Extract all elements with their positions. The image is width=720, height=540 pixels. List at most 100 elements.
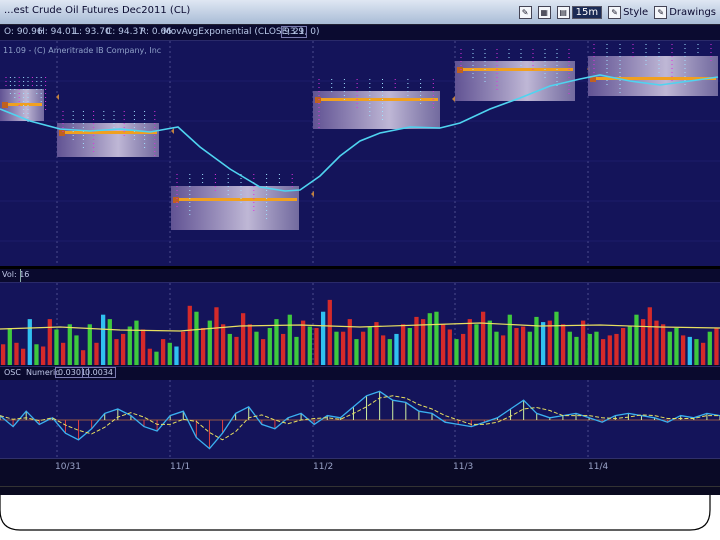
profile-arrow bbox=[311, 191, 314, 197]
volume-bar bbox=[341, 331, 346, 365]
volume-bar bbox=[541, 322, 546, 365]
profile-poc-line bbox=[315, 98, 438, 101]
volume-bar bbox=[261, 339, 266, 365]
volume-bar bbox=[574, 336, 579, 365]
volume-bar bbox=[447, 329, 452, 365]
volume-bar bbox=[207, 320, 212, 365]
volume-bar bbox=[687, 336, 692, 365]
volume-bar bbox=[61, 342, 66, 365]
volume-bar bbox=[627, 326, 632, 365]
volume-bar bbox=[494, 331, 499, 365]
volume-bar bbox=[127, 326, 132, 365]
trading-chart-window: ...est Crude Oil Futures Dec2011 (CL) ✎ … bbox=[0, 0, 720, 495]
volume-bar bbox=[161, 339, 166, 365]
volume-bar bbox=[707, 331, 712, 365]
drawings-label: Drawings bbox=[669, 6, 716, 18]
volume-bar bbox=[507, 314, 512, 365]
volume-bar bbox=[394, 333, 399, 365]
volume-bar bbox=[301, 320, 306, 365]
profile-open-marker bbox=[2, 102, 8, 108]
osc-value-2: 0.0034 bbox=[82, 367, 116, 378]
profile-arrow bbox=[56, 94, 59, 100]
timeframe-button[interactable]: ▤ 15m bbox=[555, 4, 604, 20]
divider bbox=[20, 269, 21, 282]
volume-bar bbox=[367, 326, 372, 365]
price-chart bbox=[0, 41, 720, 266]
volume-bar bbox=[34, 344, 39, 365]
volume-profile-box bbox=[171, 186, 299, 230]
volume-panel[interactable] bbox=[0, 283, 720, 365]
volume-profile-box bbox=[57, 123, 159, 157]
volume-bar bbox=[581, 320, 586, 365]
timeframe-icon: ▤ bbox=[556, 5, 570, 19]
volume-bar bbox=[694, 339, 699, 365]
volume-bar bbox=[1, 344, 6, 365]
volume-bar bbox=[14, 342, 19, 365]
profile-arrow bbox=[452, 96, 455, 102]
volume-bar bbox=[314, 328, 319, 365]
profile-open-marker bbox=[173, 197, 179, 203]
volume-bar bbox=[214, 307, 219, 365]
profile-poc-line bbox=[457, 68, 573, 71]
profile-open-marker bbox=[315, 97, 321, 103]
volume-bar bbox=[294, 336, 299, 365]
volume-bar bbox=[354, 339, 359, 365]
ohlc-readout: O: 90.96 H: 94.01 L: 93.70 C: 94.37 R: 0… bbox=[0, 25, 720, 41]
volume-bar bbox=[461, 333, 466, 365]
oscillator-panel[interactable] bbox=[0, 380, 720, 458]
volume-bar bbox=[501, 335, 506, 365]
close-value: C: 94.37 bbox=[106, 27, 144, 37]
volume-profile-box bbox=[313, 91, 440, 129]
volume-bar bbox=[94, 342, 99, 365]
volume-bar bbox=[27, 319, 32, 365]
volume-bar bbox=[681, 335, 686, 365]
volume-bar bbox=[454, 339, 459, 365]
osc-name: OSC bbox=[4, 368, 21, 377]
volume-bar bbox=[114, 339, 119, 365]
volume-bar bbox=[81, 350, 86, 365]
grid-button[interactable]: ▦ bbox=[536, 4, 553, 20]
style-button[interactable]: ✎ Style bbox=[606, 4, 650, 20]
volume-bar bbox=[374, 322, 379, 365]
volume-bar bbox=[227, 333, 232, 365]
drawings-button[interactable]: ✎ Drawings bbox=[652, 4, 718, 20]
volume-bar bbox=[621, 328, 626, 365]
volume-bar bbox=[514, 328, 519, 365]
volume-bar bbox=[547, 320, 552, 365]
volume-bar bbox=[234, 336, 239, 365]
grid-icon: ▦ bbox=[537, 5, 551, 19]
x-tick-label: 11/2 bbox=[313, 462, 334, 472]
volume-bar bbox=[467, 319, 472, 365]
volume-bar bbox=[287, 314, 292, 365]
title-bar: ...est Crude Oil Futures Dec2011 (CL) ✎ … bbox=[0, 0, 720, 25]
price-panel[interactable]: 11.09 - (C) Ameritrade IB Company, Inc bbox=[0, 41, 720, 266]
volume-bar bbox=[134, 320, 139, 365]
open-value: O: 90.96 bbox=[4, 27, 43, 37]
edit-button[interactable]: ✎ bbox=[517, 4, 534, 20]
volume-bar bbox=[474, 324, 479, 365]
style-label: Style bbox=[623, 6, 649, 18]
x-tick-label: 11/4 bbox=[588, 462, 609, 472]
high-value: H: 94.01 bbox=[38, 27, 77, 37]
profile-poc-line bbox=[173, 198, 297, 201]
volume-bar bbox=[534, 316, 539, 365]
volume-bar bbox=[147, 348, 152, 365]
volume-bar bbox=[481, 311, 486, 365]
profile-open-marker bbox=[59, 130, 65, 136]
volume-bar bbox=[421, 319, 426, 365]
x-tick-label: 11/1 bbox=[170, 462, 191, 472]
volume-bar bbox=[141, 329, 146, 365]
volume-bar bbox=[74, 335, 79, 365]
volume-bar bbox=[587, 333, 592, 365]
volume-bar bbox=[174, 346, 179, 365]
volume-bar bbox=[634, 314, 639, 365]
volume-bar bbox=[41, 346, 46, 365]
volume-bar bbox=[674, 328, 679, 365]
volume-bar bbox=[407, 328, 412, 365]
volume-bar bbox=[561, 324, 566, 365]
volume-bar bbox=[307, 326, 312, 365]
volume-bar bbox=[254, 331, 259, 365]
pencil-icon: ✎ bbox=[518, 5, 532, 19]
volume-label: Vol: 16 bbox=[2, 270, 30, 279]
volume-bar bbox=[267, 328, 272, 365]
